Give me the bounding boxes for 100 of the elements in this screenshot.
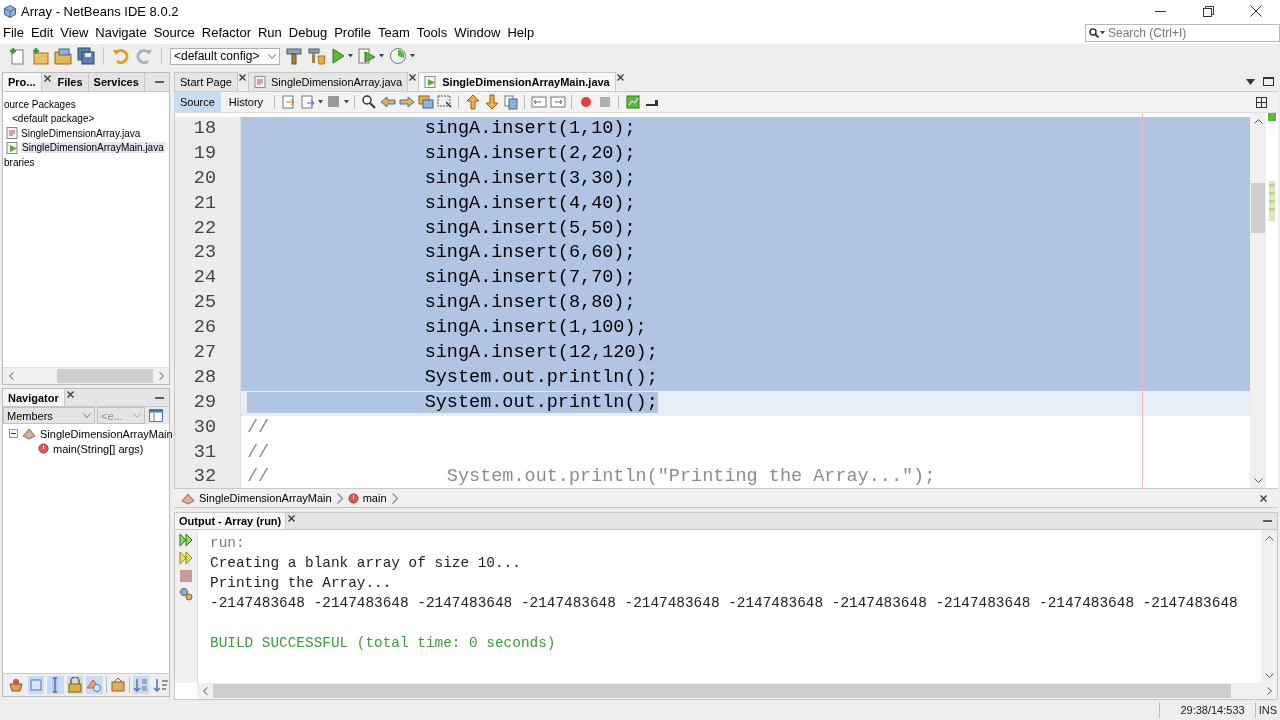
output-line: Creating a blank array of size 10... <box>210 554 522 573</box>
sort-down-icon <box>152 677 169 693</box>
pages-button[interactable] <box>502 93 520 111</box>
menu-item[interactable]: Run <box>254 23 286 43</box>
search-field[interactable]: Search (Ctrl+I) <box>1085 24 1280 42</box>
minimize-icon <box>154 396 164 399</box>
tree-item[interactable]: main(String[] args) <box>53 442 144 455</box>
layout-button[interactable] <box>147 407 165 424</box>
editor-tab[interactable]: Start Page <box>174 72 238 91</box>
panel-tab[interactable]: Navigator <box>3 389 65 406</box>
run-icon <box>331 48 345 64</box>
menu-item[interactable]: Navigate <box>92 23 151 43</box>
menu-item[interactable]: View <box>57 23 93 43</box>
settings-button[interactable] <box>178 586 194 602</box>
close-button[interactable] <box>237 72 248 83</box>
menu-item[interactable]: Profile <box>331 23 375 43</box>
caret-icon <box>344 100 350 104</box>
tree-item[interactable]: SingleDimensionArrayMain <box>40 427 173 440</box>
debug-button[interactable] <box>358 46 384 66</box>
editor-tab[interactable]: SingleDimensionArrayMain.java <box>418 72 616 91</box>
close-button[interactable] <box>41 73 53 84</box>
close-button[interactable] <box>64 389 76 400</box>
stop-button[interactable] <box>178 568 194 584</box>
shift-right-button[interactable] <box>549 93 567 111</box>
panel-tab[interactable]: Services <box>88 73 145 91</box>
stop-icon <box>180 570 192 582</box>
filter-button[interactable] <box>47 676 64 694</box>
save-all-button[interactable] <box>77 46 95 66</box>
panel-tab[interactable]: Files <box>52 73 89 91</box>
menu-item[interactable]: Team <box>375 23 414 43</box>
breadcrumb[interactable]: main <box>347 492 387 504</box>
profile-button[interactable] <box>389 46 415 66</box>
scrollbar-thumb[interactable] <box>213 684 1231 698</box>
chevron-right-icon <box>1266 687 1272 695</box>
menu-item[interactable]: Tools <box>413 23 452 43</box>
menu-item[interactable]: File <box>0 23 28 43</box>
pages-button[interactable] <box>417 93 435 111</box>
tree-item[interactable]: SingleDimensionArrayMain.java <box>21 142 165 154</box>
new-file-button[interactable] <box>8 46 26 66</box>
filter-button[interactable] <box>8 676 25 694</box>
filter-button[interactable] <box>66 676 84 694</box>
tree-item[interactable]: SingleDimensionArray.java <box>20 127 142 139</box>
page-button[interactable] <box>299 93 317 111</box>
maximize-icon <box>1263 77 1274 86</box>
new-project-button[interactable] <box>31 46 49 66</box>
undo-button[interactable] <box>112 46 130 66</box>
clean-build-button[interactable] <box>308 46 326 66</box>
close-icon <box>43 75 51 82</box>
view-tab[interactable]: Source <box>174 92 221 112</box>
menu-item[interactable]: Source <box>150 23 199 43</box>
rerun-with-options-button[interactable] <box>178 550 194 566</box>
filter-button[interactable] <box>152 676 169 694</box>
caret-position: 29:38/14:533 <box>1159 702 1255 718</box>
caret-icon <box>1100 31 1105 35</box>
menu-item[interactable]: Edit <box>27 23 58 43</box>
close-button[interactable] <box>407 72 419 83</box>
arrow-up-button[interactable] <box>464 93 482 111</box>
tree-item[interactable]: braries <box>3 156 36 168</box>
scrollbar-thumb[interactable] <box>1251 183 1265 233</box>
minimize-icon <box>154 81 164 83</box>
breadcrumb[interactable]: SingleDimensionArrayMain <box>181 491 332 505</box>
config-dropdown[interactable]: <default config> <box>170 47 280 65</box>
menu-item[interactable]: Refactor <box>198 23 255 43</box>
search-icon <box>360 94 377 110</box>
search-button[interactable] <box>360 93 378 111</box>
arrow-right-icon <box>398 94 415 110</box>
run-button[interactable] <box>331 46 353 66</box>
filter-button[interactable] <box>86 676 103 694</box>
search-options-button[interactable] <box>1089 28 1105 38</box>
menu-item[interactable]: Help <box>504 23 539 43</box>
close-icon <box>66 391 74 398</box>
editor-tab[interactable]: SingleDimensionArray.java <box>248 72 409 91</box>
collapse-icon[interactable] <box>9 429 18 438</box>
close-button[interactable] <box>1258 492 1269 504</box>
close-icon <box>1250 5 1262 17</box>
arrow-down-button[interactable] <box>483 93 501 111</box>
menu-item[interactable]: Debug <box>285 23 332 43</box>
open-project-button[interactable] <box>54 46 72 66</box>
tree-item[interactable]: ource Packages <box>3 98 77 110</box>
shift-left-button[interactable] <box>530 93 548 111</box>
chevron-up-icon <box>1253 118 1263 124</box>
square-icon <box>325 94 342 110</box>
rerun-button[interactable] <box>178 532 194 548</box>
filter-button[interactable] <box>27 676 45 694</box>
view-tab[interactable]: History <box>222 92 270 112</box>
scrollbar-thumb[interactable] <box>57 369 153 383</box>
menu-item[interactable]: Window <box>451 23 505 43</box>
filter-button[interactable] <box>109 676 126 694</box>
java-file-icon <box>254 76 266 88</box>
members-dropdown[interactable]: Members <box>3 407 95 424</box>
filter-button[interactable] <box>132 676 150 694</box>
build-button[interactable] <box>285 46 303 66</box>
arrow-right-button[interactable] <box>398 93 416 111</box>
panel-tab[interactable]: Output - Array (run) <box>175 513 287 529</box>
debug-icon <box>358 47 376 65</box>
arrow-up-icon <box>464 94 481 110</box>
close-button[interactable] <box>614 72 626 83</box>
panel-tab[interactable]: Pro... <box>3 73 42 91</box>
close-button[interactable] <box>286 513 298 524</box>
tree-item[interactable]: <default package> <box>11 113 96 125</box>
